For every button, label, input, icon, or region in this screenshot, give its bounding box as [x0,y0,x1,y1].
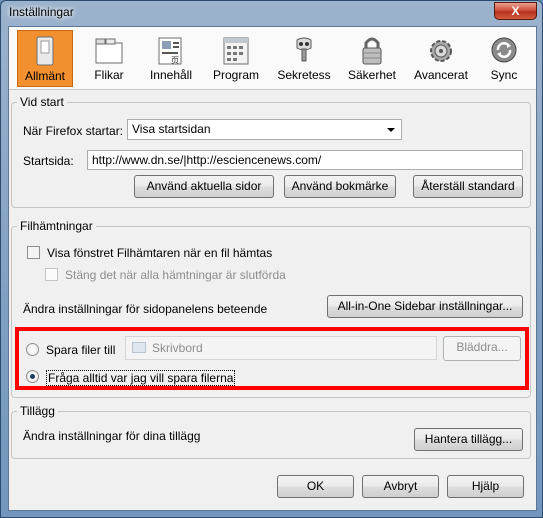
tab-sakerhet[interactable]: Säkerhet [343,30,401,87]
tab-label: Sync [490,68,518,82]
help-button[interactable]: Hjälp [447,475,524,498]
sidebar-settings-button[interactable]: All-in-One Sidebar inställningar... [327,295,523,318]
startup-select-value: Visa startsidan [132,122,211,136]
tab-flikar[interactable]: Flikar [81,30,137,87]
save-to-label: Spara filer till [46,343,116,357]
content-icon: 页 [156,34,186,66]
tab-label: Flikar [94,68,124,82]
tab-sekretess[interactable]: Sekretess [274,30,334,87]
applications-icon [221,34,251,66]
tab-label: Säkerhet [347,68,397,82]
homepage-input[interactable]: http://www.dn.se/|http://esciencenews.co… [87,150,523,170]
close-when-done-label: Stäng det när alla hämtningar är slutför… [65,268,286,282]
download-folder-value: Skrivbord [152,341,203,355]
cancel-button[interactable]: Avbryt [362,475,439,498]
tabs-icon [94,34,124,66]
manage-addons-button[interactable]: Hantera tillägg... [414,428,523,451]
svg-text:页: 页 [171,56,179,65]
privacy-mask-icon [289,34,319,66]
title-bar[interactable]: Inställningar X [1,1,542,25]
tab-allmant[interactable]: Allmänt [17,30,73,87]
show-download-window-label: Visa fönstret Filhämtaren när en fil häm… [47,246,273,260]
tab-program[interactable]: Program [206,30,266,87]
restore-default-button[interactable]: Återställ standard [413,175,523,198]
startup-legend: Vid start [17,95,67,109]
close-button[interactable]: X [494,2,537,20]
download-folder-field[interactable]: Skrivbord [125,336,437,360]
dialog-body: Allmänt Flikar 页 Innehåll Program Sekret… [8,26,537,511]
tab-avancerat[interactable]: Avancerat [408,30,474,87]
sidebar-settings-text: Ändra inställningar för sidopanelens bet… [23,302,268,316]
ok-button[interactable]: OK [277,475,354,498]
tab-label: Allmänt [24,69,65,83]
addons-text: Ändra inställningar för dina tillägg [23,429,201,443]
padlock-icon [357,34,387,66]
gear-icon [426,34,456,66]
startup-when-label: När Firefox startar: [23,124,124,138]
chevron-down-icon [387,128,395,132]
tab-label: Innehåll [149,68,193,82]
always-ask-radio[interactable] [26,370,39,383]
save-to-radio[interactable] [26,343,39,356]
sync-icon [489,34,519,66]
tab-label: Avancerat [414,68,468,82]
downloads-legend: Filhämtningar [17,219,96,233]
pane-toolbar: Allmänt Flikar 页 Innehåll Program Sekret… [9,27,536,90]
always-ask-label: Fråga alltid var jag vill spara filerna [46,370,236,386]
browse-button[interactable]: Bläddra... [443,336,521,361]
folder-icon [132,342,146,353]
tab-sync[interactable]: Sync [479,30,529,87]
tab-label: Program [212,68,259,82]
tab-innehall[interactable]: 页 Innehåll [141,30,201,87]
addons-legend: Tillägg [17,404,58,418]
close-when-done-checkbox[interactable] [45,268,58,281]
homepage-label: Startsida: [23,154,74,168]
show-download-window-checkbox[interactable] [27,246,40,259]
use-current-pages-button[interactable]: Använd aktuella sidor [134,175,274,198]
startup-select[interactable]: Visa startsidan [127,119,402,140]
use-bookmark-button[interactable]: Använd bokmärke [284,175,396,198]
tab-label: Sekretess [277,68,331,82]
window-title: Inställningar [9,5,74,19]
preferences-window: Inställningar X Allmänt Flikar 页 Innehål… [0,0,543,518]
switch-icon [30,35,60,67]
